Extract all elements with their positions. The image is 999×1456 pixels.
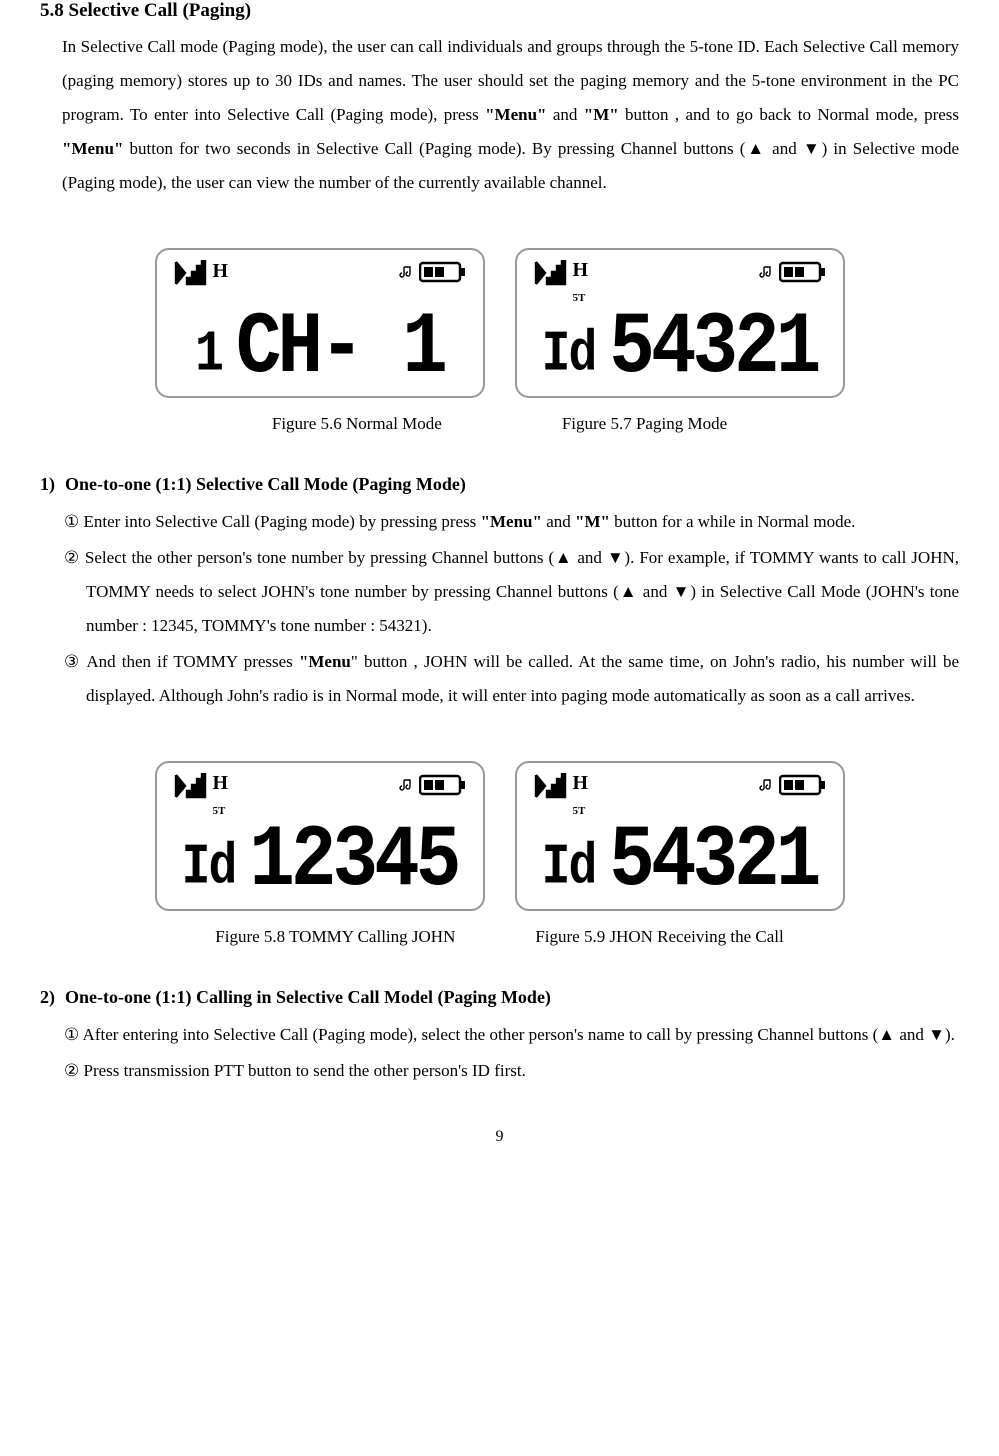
battery-icon	[779, 773, 827, 797]
menu-keyword: "Menu"	[481, 512, 542, 531]
step-1-1: ① Enter into Selective Call (Paging mode…	[40, 505, 959, 539]
caption-5-6: Figure 5.6 Normal Mode	[272, 414, 442, 434]
lcd-john-receiving: H 5T Id 54321	[515, 761, 845, 911]
signal-icon	[173, 773, 207, 799]
menu-keyword: "Menu	[299, 652, 351, 671]
caption-5-9: Figure 5.9 JHON Receiving the Call	[535, 927, 783, 947]
intro-paragraph: In Selective Call mode (Paging mode), th…	[40, 30, 959, 200]
music-icon	[399, 778, 413, 792]
lcd-id-label: Id	[542, 836, 596, 901]
music-icon	[759, 778, 773, 792]
page-number: 9	[40, 1128, 959, 1146]
h-indicator: H	[213, 260, 229, 283]
step-1-2: ② Select the other person's tone number …	[40, 541, 959, 643]
step-text: and	[542, 512, 575, 531]
intro-text-3: button , and to go back to Normal mode, …	[619, 105, 959, 124]
h-indicator: H 5T	[213, 773, 229, 817]
menu-keyword: "Menu"	[485, 105, 546, 124]
h-indicator: H 5T	[573, 260, 589, 304]
menu-keyword-2: "Menu"	[62, 139, 123, 158]
step-2-1: ① After entering into Selective Call (Pa…	[40, 1018, 959, 1052]
battery-icon	[419, 773, 467, 797]
sub1-number: 1)	[40, 474, 55, 495]
sub2-number: 2)	[40, 987, 55, 1008]
lcd-tommy-calling: H 5T Id 12345	[155, 761, 485, 911]
figure-captions-2: Figure 5.8 TOMMY Calling JOHN Figure 5.9…	[40, 927, 959, 947]
m-keyword: "M"	[575, 512, 610, 531]
step-text: ① Enter into Selective Call (Paging mode…	[64, 512, 481, 531]
step-text: button for a while in Normal mode.	[610, 512, 856, 531]
five-tone-indicator: 5T	[213, 805, 226, 817]
intro-text-2: and	[546, 105, 583, 124]
m-keyword: "M"	[584, 105, 619, 124]
lcd-id-label: Id	[182, 836, 236, 901]
step-text: ③ And then if TOMMY presses	[64, 652, 299, 671]
lcd-id-label: Id	[542, 323, 596, 388]
lcd-main-text: 12345	[249, 821, 457, 900]
figure-row-1: H 1 CH- 1	[40, 248, 959, 398]
battery-icon	[779, 260, 827, 284]
caption-5-7: Figure 5.7 Paging Mode	[562, 414, 727, 434]
h-letter: H	[573, 259, 589, 281]
music-icon	[399, 265, 413, 279]
intro-text-4: button for two seconds in Selective Call…	[62, 139, 959, 192]
battery-icon	[419, 260, 467, 284]
lcd-main-text: 54321	[609, 308, 817, 387]
music-icon	[759, 265, 773, 279]
signal-icon	[173, 260, 207, 286]
five-tone-indicator: 5T	[573, 805, 586, 817]
figure-captions-1: Figure 5.6 Normal Mode Figure 5.7 Paging…	[40, 414, 959, 434]
section-heading-5-8: 5.8 Selective Call (Paging)	[40, 0, 959, 22]
caption-5-8: Figure 5.8 TOMMY Calling JOHN	[215, 927, 455, 947]
signal-icon	[533, 773, 567, 799]
h-letter: H	[213, 772, 229, 794]
lcd-main-text: 54321	[609, 821, 817, 900]
h-indicator: H 5T	[573, 773, 589, 817]
lcd-main-text: CH- 1	[236, 308, 444, 387]
signal-icon	[533, 260, 567, 286]
lcd-paging-mode: H 5T Id 54321	[515, 248, 845, 398]
step-1-3: ③ And then if TOMMY presses "Menu" butto…	[40, 645, 959, 713]
lcd-normal-mode: H 1 CH- 1	[155, 248, 485, 398]
lcd-small-digit: 1	[195, 323, 222, 388]
sub1-title: One-to-one (1:1) Selective Call Mode (Pa…	[65, 474, 466, 495]
sub2-title: One-to-one (1:1) Calling in Selective Ca…	[65, 987, 551, 1008]
five-tone-indicator: 5T	[573, 292, 586, 304]
step-2-2: ② Press transmission PTT button to send …	[40, 1054, 959, 1088]
h-letter: H	[573, 772, 589, 794]
figure-row-2: H 5T Id 12345	[40, 761, 959, 911]
